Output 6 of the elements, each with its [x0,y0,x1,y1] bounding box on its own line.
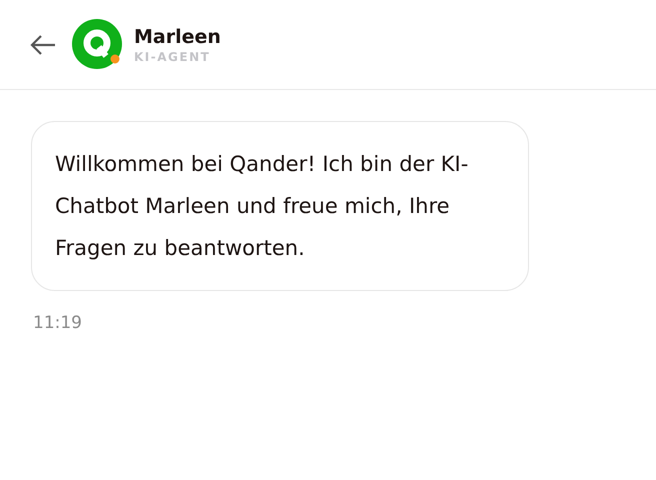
back-arrow-icon[interactable] [30,34,56,54]
agent-name: Marleen [134,26,221,48]
agent-role: KI-AGENT [134,50,212,64]
message-bubble: Willkommen bei Qander! Ich bin der KI-Chatbot Marleen und freue mich, Ihre Fragen zu beantworten. [31,121,529,291]
logo-icon [72,18,124,70]
message-time: 11:19 [33,313,82,333]
